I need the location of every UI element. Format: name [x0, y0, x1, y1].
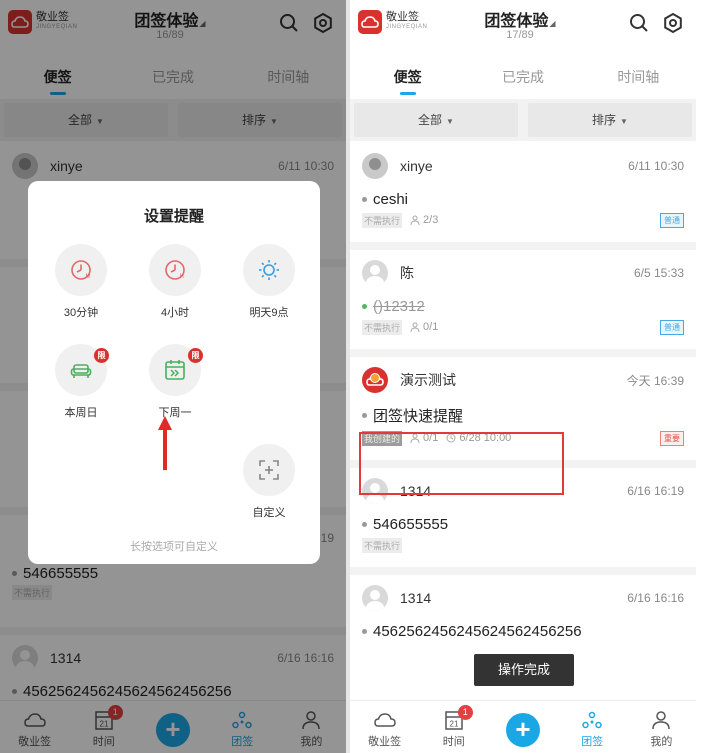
svg-text:H: H [180, 274, 184, 280]
avatar [362, 153, 388, 179]
sofa-icon [70, 364, 92, 378]
nav-team[interactable]: 团签 [558, 701, 627, 753]
card-content: 团签快速提醒 [373, 408, 464, 425]
list-item[interactable]: 陈 6/5 15:33 ()12312 不需执行 0/1 普通 [350, 250, 696, 357]
calendar-forward-icon [165, 360, 185, 380]
card-author: xinye [400, 158, 433, 174]
card-author: 1314 [400, 590, 432, 606]
priority-badge: 普通 [660, 319, 684, 335]
note-list: xinye 6/11 10:30 ceshi 不需执行 2/3 普通 陈 6/5… [350, 143, 696, 640]
search-icon[interactable] [628, 12, 650, 34]
app-logo: 敬业签 JINGYEQIAN [358, 10, 427, 34]
cloud-icon [373, 713, 396, 727]
card-time: 6/5 15:33 [633, 266, 684, 280]
card-author: 演示测试 [400, 372, 456, 388]
svg-text:21: 21 [449, 720, 458, 729]
option-tomorrow-9am[interactable]: 明天9点 [229, 244, 309, 320]
card-author: 陈 [400, 265, 414, 281]
tab-completed[interactable]: 已完成 [465, 56, 580, 96]
red-arrow-annotation [158, 416, 172, 470]
card-time: 6/16 16:16 [627, 591, 684, 605]
status-tag: 不需执行 [362, 319, 403, 335]
avatar [362, 260, 388, 286]
card-time: 6/11 10:30 [628, 159, 684, 173]
card-content: ceshi [373, 191, 409, 208]
option-this-sunday[interactable]: 限 本周日 [41, 344, 121, 420]
add-button[interactable]: + [506, 713, 540, 747]
reminder-dialog: 设置提醒 M 30分钟 H 4小时 明天9点 限 本周日 限 下周一 自定义 长… [28, 181, 320, 564]
verified-badge-icon [370, 373, 380, 383]
option-4hours[interactable]: H 4小时 [135, 244, 215, 320]
team-icon [582, 711, 602, 729]
person-icon [410, 322, 420, 332]
gear-icon[interactable] [662, 12, 684, 34]
clock-m-icon: M [71, 260, 91, 280]
modal-backdrop-bottom[interactable] [0, 700, 346, 753]
toast-message: 操作完成 [474, 654, 574, 686]
person-icon [652, 711, 671, 730]
tab-timeline[interactable]: 时间轴 [581, 56, 696, 96]
option-custom[interactable]: 自定义 [229, 444, 309, 520]
list-item[interactable]: xinye 6/11 10:30 ceshi 不需执行 2/3 普通 [350, 143, 696, 250]
bottom-nav: 敬业签 21 时间 1 + 团签 我的 [350, 700, 696, 753]
status-tag: 不需执行 [362, 537, 403, 553]
card-content: ()12312 [373, 298, 425, 315]
status-tag: 不需执行 [362, 212, 403, 228]
tab-notes[interactable]: 便签 [350, 56, 465, 96]
screenshot-stage: 敬业签 JINGYEQIAN 团签体验◢ 16/89 便签 已完成 时间轴 全部… [0, 0, 703, 753]
option-30min[interactable]: M 30分钟 [41, 244, 121, 320]
clock-h-icon: H [165, 260, 185, 280]
dialog-title: 设置提醒 [143, 208, 204, 225]
sun-icon [259, 260, 279, 280]
card-time: 今天 16:39 [626, 373, 684, 388]
logo-subtext: JINGYEQIAN [386, 24, 428, 30]
right-screen: 敬业签 JINGYEQIAN 团签体验◢ 17/89 便签 已完成 时间轴 全部… [350, 0, 696, 753]
person-icon [410, 215, 420, 225]
tab-bar: 便签 已完成 时间轴 [350, 56, 696, 96]
priority-badge: 重要 [660, 430, 684, 446]
nav-add[interactable]: + [488, 701, 557, 753]
limited-badge: 限 [188, 348, 203, 363]
nav-time[interactable]: 21 时间 1 [419, 701, 488, 753]
dialog-hint: 长按选项可自定义 [130, 541, 218, 553]
note-count: 17/89 [506, 29, 534, 41]
priority-badge: 普通 [660, 212, 684, 228]
filter-bar: 全部 ▼ 排序 ▼ [350, 99, 696, 141]
page-title[interactable]: 团签体验◢ [450, 7, 590, 31]
option-next-monday[interactable]: 限 下周一 [135, 344, 215, 420]
app-header: 敬业签 JINGYEQIAN 团签体验◢ 17/89 [350, 0, 696, 52]
sort-dropdown[interactable]: 排序 ▼ [528, 103, 692, 137]
svg-text:M: M [86, 274, 91, 280]
notification-badge: 1 [457, 705, 473, 720]
member-count: 0/1 [410, 321, 438, 333]
member-count: 2/3 [410, 214, 438, 226]
card-content: 4562562456245624562456256 [373, 623, 582, 640]
avatar [362, 585, 388, 611]
card-content: 546655555 [373, 516, 449, 533]
logo-icon [358, 10, 382, 34]
list-item[interactable]: 1314 6/16 16:16 456256245624562456245625… [350, 575, 696, 640]
nav-me[interactable]: 我的 [627, 701, 696, 753]
limited-badge: 限 [94, 348, 109, 363]
custom-icon [259, 460, 279, 480]
filter-all-dropdown[interactable]: 全部 ▼ [354, 103, 518, 137]
left-screen: 敬业签 JINGYEQIAN 团签体验◢ 16/89 便签 已完成 时间轴 全部… [0, 0, 346, 753]
highlight-box-annotation [359, 432, 564, 495]
nav-jingyeqian[interactable]: 敬业签 [350, 701, 419, 753]
card-time: 6/16 16:19 [627, 484, 684, 498]
logo-text: 敬业签 [386, 11, 419, 23]
